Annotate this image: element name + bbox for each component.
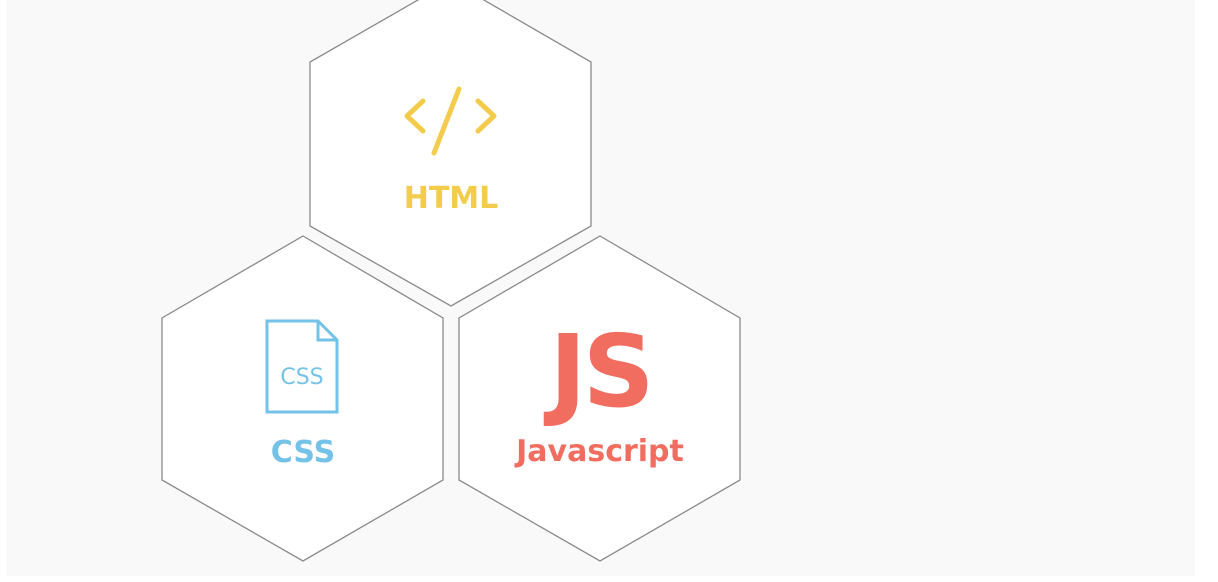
js-logo-icon: JS xyxy=(543,313,650,430)
js-label: Javascript xyxy=(514,434,684,469)
css-tile[interactable]: CSS CSS xyxy=(161,235,444,562)
hexagon-tiles: HTML CSS CSS JS Javascript xyxy=(161,0,741,562)
css-file-icon-text: CSS xyxy=(280,365,323,390)
css-hexagon-outline xyxy=(161,235,444,562)
css-label: CSS xyxy=(271,435,335,470)
html-hexagon-outline xyxy=(309,0,592,307)
js-tile[interactable]: JS Javascript xyxy=(458,235,741,562)
html-tile[interactable]: HTML xyxy=(309,0,592,307)
html-label: HTML xyxy=(404,181,499,216)
